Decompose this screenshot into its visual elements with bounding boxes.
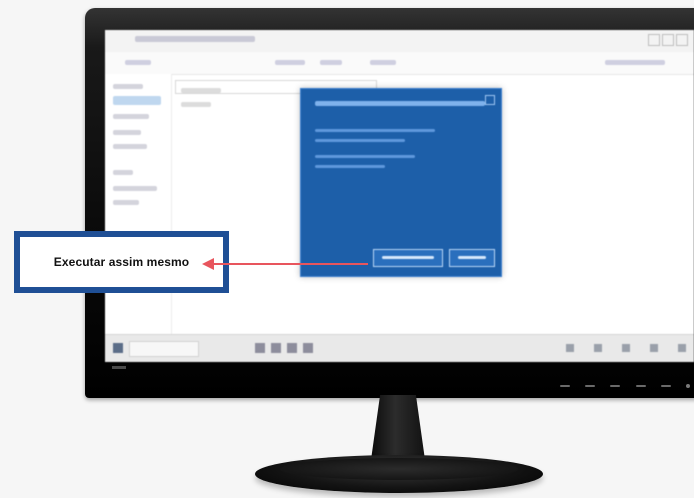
nav-item[interactable] xyxy=(113,144,147,149)
dialog-title-placeholder xyxy=(315,101,485,106)
taskbar-app-icon[interactable] xyxy=(303,343,313,353)
monitor-stand-base-top xyxy=(280,458,518,480)
monitor-logo xyxy=(112,366,126,369)
dont-run-button-text-placeholder xyxy=(458,256,486,259)
dialog-text-line xyxy=(315,155,415,158)
ribbon-tab[interactable] xyxy=(370,60,396,65)
file-row[interactable] xyxy=(181,88,221,93)
ribbon-tab[interactable] xyxy=(320,60,342,65)
illustration-stage: Executar assim mesmo xyxy=(0,0,694,498)
callout-arrow-icon xyxy=(202,258,368,270)
monitor-button xyxy=(635,385,646,387)
tray-icon[interactable] xyxy=(650,344,658,352)
callout-arrow-head xyxy=(202,258,214,270)
callout-label: Executar assim mesmo xyxy=(53,255,190,269)
nav-item[interactable] xyxy=(113,200,139,205)
dialog-text-line xyxy=(315,129,435,132)
close-icon[interactable] xyxy=(676,34,688,46)
tray-icon[interactable] xyxy=(678,344,686,352)
nav-item[interactable] xyxy=(113,186,157,191)
window-title-placeholder xyxy=(135,36,255,42)
monitor-button xyxy=(560,385,570,387)
navigation-pane xyxy=(105,74,172,336)
taskbar-app-icon[interactable] xyxy=(255,343,265,353)
dialog-close-icon[interactable] xyxy=(485,95,495,105)
dont-run-button[interactable] xyxy=(449,249,495,267)
run-anyway-button[interactable] xyxy=(373,249,443,267)
callout-box: Executar assim mesmo xyxy=(14,231,229,293)
maximize-icon[interactable] xyxy=(662,34,674,46)
start-icon[interactable] xyxy=(113,343,123,353)
nav-item[interactable] xyxy=(113,84,143,89)
ribbon-tab[interactable] xyxy=(605,60,665,65)
taskbar-app-icon[interactable] xyxy=(271,343,281,353)
dialog-text-line xyxy=(315,139,405,142)
nav-item[interactable] xyxy=(113,114,149,119)
file-row[interactable] xyxy=(181,102,211,107)
power-icon xyxy=(685,384,690,388)
nav-item[interactable] xyxy=(113,130,141,135)
taskbar xyxy=(105,334,694,362)
tray-icon[interactable] xyxy=(594,344,602,352)
monitor-button xyxy=(585,385,596,387)
monitor-button xyxy=(610,385,621,387)
system-tray xyxy=(566,343,686,353)
monitor-screen xyxy=(105,30,694,362)
smartscreen-dialog xyxy=(300,88,502,277)
taskbar-app-icon[interactable] xyxy=(287,343,297,353)
taskbar-search[interactable] xyxy=(129,341,199,357)
nav-item[interactable] xyxy=(113,170,133,175)
nav-item-selected[interactable] xyxy=(113,96,161,105)
ribbon-tab[interactable] xyxy=(275,60,305,65)
window-ribbon xyxy=(105,52,694,75)
callout-inner: Executar assim mesmo xyxy=(20,237,223,287)
tray-icon[interactable] xyxy=(622,344,630,352)
run-anyway-button-text-placeholder xyxy=(382,256,434,259)
ribbon-tab[interactable] xyxy=(125,60,151,65)
minimize-icon[interactable] xyxy=(648,34,660,46)
tray-icon[interactable] xyxy=(566,344,574,352)
dialog-text-line xyxy=(315,165,385,168)
monitor-button xyxy=(660,385,671,387)
window-controls xyxy=(648,34,688,46)
monitor-hardware-buttons xyxy=(560,382,690,390)
window-titlebar xyxy=(105,30,694,53)
